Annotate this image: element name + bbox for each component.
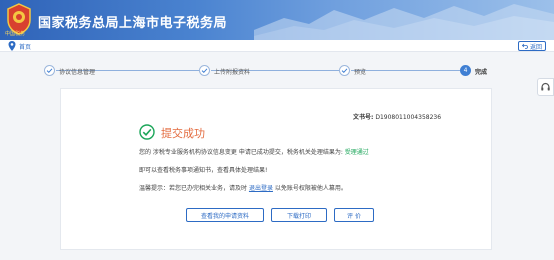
step-2-label: 上传附报资料 <box>214 69 251 76</box>
breadcrumb-bar: 首页 返回 <box>0 40 554 52</box>
step-2-check-icon <box>199 65 210 76</box>
document-number-value: D1908011004358236 <box>375 114 442 121</box>
great-wall-decoration <box>254 4 554 40</box>
step-4-number: 4 <box>460 65 471 76</box>
step-3-label: 预览 <box>354 69 367 76</box>
step-1-check-icon <box>44 65 55 76</box>
step-connector <box>351 70 460 71</box>
tip-suffix: 以免账号权限被他人篡用。 <box>274 185 347 192</box>
document-number: 文书号: D1908011004358236 <box>353 112 441 121</box>
step-1-label: 协议信息管理 <box>59 69 96 76</box>
success-check-icon <box>139 124 155 140</box>
download-print-button[interactable]: 下载打印 <box>271 208 327 222</box>
return-arrow-icon <box>521 43 528 49</box>
progress-steps: 协议信息管理 上传附报资料 预览 4 完成 <box>44 64 500 78</box>
notice-text: 即可以查看税务事项通知书，查看具体处理结果! <box>139 167 268 174</box>
headset-icon <box>541 82 550 90</box>
tip-text: 温馨提示：若您已办完相关业务，请及时 退出登录 以免账号权限被他人篡用。 <box>139 183 347 192</box>
document-number-label: 文书号: <box>353 114 374 121</box>
result-status: 受理通过 <box>344 149 369 156</box>
emblem-label: 中国税务 <box>5 31 26 37</box>
success-title: 提交成功 <box>161 127 205 140</box>
logout-link[interactable]: 退出登录 <box>249 185 273 192</box>
top-banner: 中国税务 国家税务总局上海市电子税务局 <box>0 0 554 40</box>
step-3-check-icon <box>339 65 350 76</box>
result-message-text: 您的 涉税专业服务机构协议信息变更 申请已成功提交，税务机关处理结果为: <box>139 149 343 156</box>
result-message: 您的 涉税专业服务机构协议信息变更 申请已成功提交，税务机关处理结果为: 受理通… <box>139 147 369 156</box>
result-card: 文书号: D1908011004358236 提交成功 您的 涉税专业服务机构协… <box>60 88 492 250</box>
view-application-button[interactable]: 查看我的申请资料 <box>186 208 264 222</box>
home-link[interactable]: 首页 <box>19 42 31 51</box>
step-4-label: 完成 <box>475 69 488 76</box>
side-help-button[interactable] <box>537 78 554 96</box>
return-button-label: 返回 <box>529 43 542 51</box>
location-pin-icon <box>8 41 16 51</box>
site-title: 国家税务总局上海市电子税务局 <box>38 16 228 31</box>
tip-prefix: 温馨提示：若您已办完相关业务，请及时 <box>139 185 248 192</box>
return-button[interactable]: 返回 <box>518 41 546 51</box>
evaluate-button[interactable]: 评 价 <box>334 208 374 222</box>
